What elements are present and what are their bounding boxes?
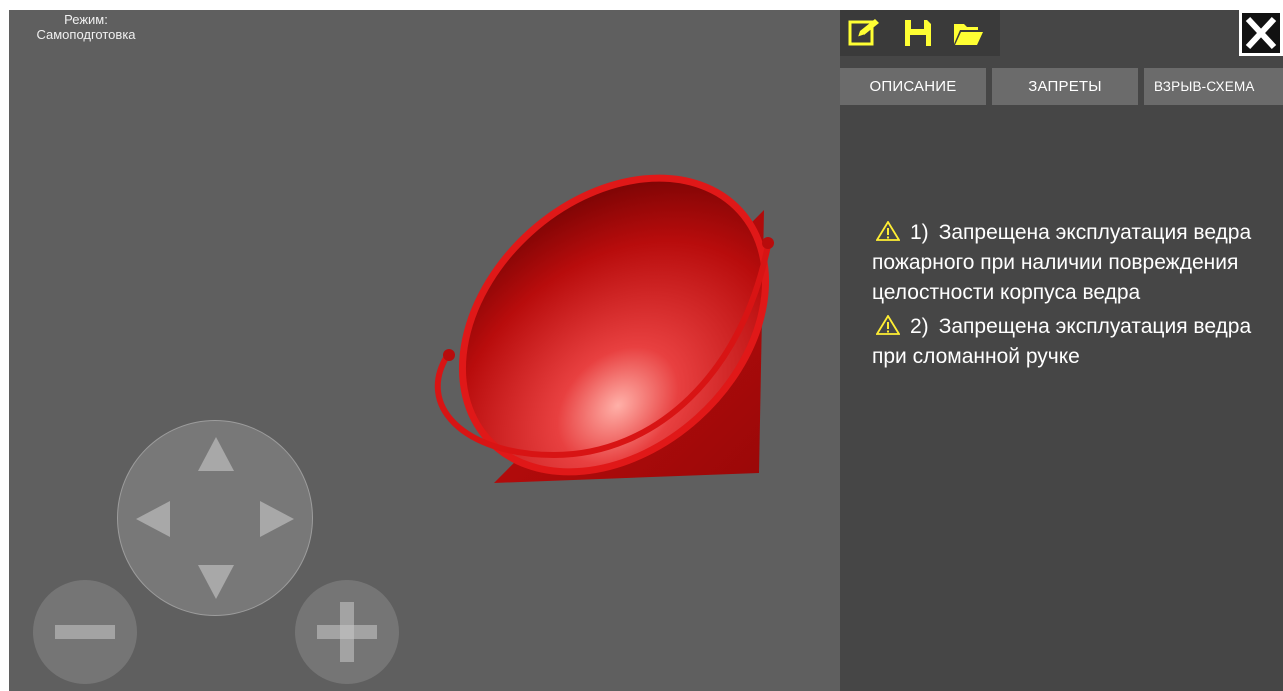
arrow-up-icon[interactable] [198,437,234,471]
handle-joint-left [443,349,455,361]
app-window: Режим: Самоподготовка ОПИСАНИЕ ЗАПРЕТЫ В… [0,0,1283,691]
fire-bucket-model[interactable] [404,155,784,495]
toolbar [840,10,1000,56]
arrow-right-icon[interactable] [260,501,294,537]
close-button[interactable] [1239,10,1283,56]
minus-icon [55,625,115,639]
handle-joint-right [762,237,774,249]
arrow-left-icon[interactable] [136,501,170,537]
mode-indicator: Режим: Самоподготовка [21,12,151,42]
zoom-out-button[interactable] [33,580,137,684]
info-panel: ОПИСАНИЕ ЗАПРЕТЫ ВЗРЫВ-СХЕМА 1) Запрещена… [840,10,1283,691]
ban-text-first: Запрещена [938,315,1050,338]
viewport-3d[interactable]: Режим: Самоподготовка [9,10,840,691]
plus-icon-vertical [340,602,354,662]
arrow-down-icon[interactable] [198,565,234,599]
ban-number: 1) [910,221,929,244]
bans-list: 1) Запрещена эксплуатация ведра пожарного… [872,218,1272,376]
warning-icon [876,315,900,335]
ban-text-first: Запрещена [938,221,1050,244]
mode-value: Самоподготовка [36,27,136,42]
ban-item: 2) Запрещена эксплуатация ведра при слома… [872,312,1272,372]
pencil-icon[interactable] [848,18,880,48]
ban-item: 1) Запрещена эксплуатация ведра пожарного… [872,218,1272,308]
tab-exploded-view[interactable]: ВЗРЫВ-СХЕМА [1144,68,1283,105]
save-icon[interactable] [902,18,934,48]
tab-description[interactable]: ОПИСАНИЕ [840,68,986,105]
zoom-in-button[interactable] [295,580,399,684]
ban-number: 2) [910,315,929,338]
navigation-pad [117,420,313,616]
warning-icon [876,221,900,241]
close-icon [1245,16,1277,50]
folder-icon[interactable] [952,18,984,48]
tab-bans[interactable]: ЗАПРЕТЫ [992,68,1138,105]
mode-label: Режим: [64,12,108,27]
